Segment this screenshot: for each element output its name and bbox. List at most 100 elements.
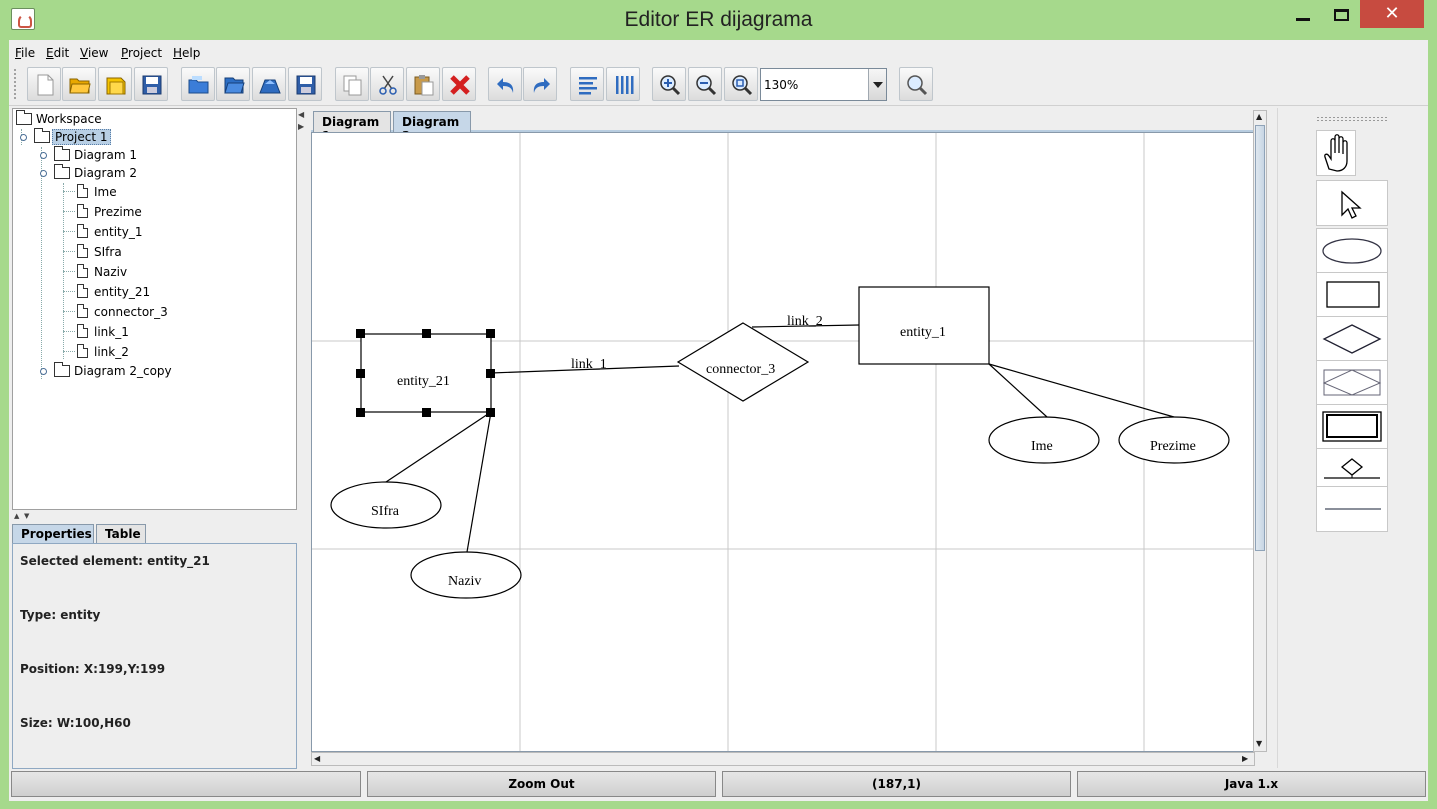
open-project-button[interactable] <box>98 67 132 101</box>
tab-diagram-1[interactable]: Diagram 1 <box>313 111 391 143</box>
undo-button[interactable] <box>488 67 522 101</box>
tab-table[interactable]: Table <box>96 524 146 544</box>
link-tool-button[interactable] <box>1316 486 1388 532</box>
menu-view[interactable]: View <box>80 46 108 60</box>
diagram-canvas[interactable]: link_1 link_2 entity_21 connector_3 enti… <box>311 132 1255 752</box>
entity-tool-button[interactable] <box>1316 272 1388 318</box>
arrow-up-icon[interactable]: ▲ <box>14 512 19 520</box>
scroll-up-icon[interactable]: ▲ <box>1256 112 1262 121</box>
vertical-scroll-thumb[interactable] <box>1255 125 1265 551</box>
tree-item-workspace[interactable]: Workspace <box>16 110 136 128</box>
type-label: Type: entity <box>20 608 101 622</box>
redo-button[interactable] <box>523 67 557 101</box>
entity-1[interactable]: entity_1 <box>858 286 990 365</box>
horizontal-scrollbar[interactable]: ◀ ▶ <box>311 752 1255 766</box>
new-file-icon <box>37 74 54 96</box>
expand-icon[interactable] <box>40 368 47 375</box>
align-left-icon <box>579 77 597 95</box>
tree-item-prezime[interactable]: Prezime <box>74 203 194 221</box>
link-1-label: link_1 <box>571 357 607 372</box>
weak-relationship-tool-button[interactable] <box>1316 360 1388 406</box>
menu-project[interactable]: Project <box>121 46 162 60</box>
file-icon <box>77 304 88 318</box>
save-button[interactable] <box>134 67 168 101</box>
zoom-best-fit-button[interactable] <box>724 67 758 101</box>
zoom-out-button[interactable] <box>688 67 722 101</box>
scroll-left-icon[interactable]: ◀ <box>314 754 320 763</box>
align-vertical-icon <box>616 76 634 94</box>
vertical-scrollbar[interactable]: ▲ ▼ <box>1253 110 1267 752</box>
save-icon <box>142 75 162 95</box>
paste-button[interactable] <box>406 67 440 101</box>
new-file-button[interactable] <box>27 67 61 101</box>
line-icon <box>1325 508 1381 510</box>
hand-tool-button[interactable] <box>1316 130 1356 176</box>
attribute-ime[interactable]: Ime <box>988 416 1100 464</box>
toolbar-grip[interactable] <box>13 68 17 100</box>
zoom-value[interactable]: 130% <box>764 78 798 92</box>
expand-icon[interactable] <box>40 152 47 159</box>
open-workspace-button[interactable] <box>216 67 250 101</box>
folder-icon <box>54 146 70 161</box>
status-field-coordinates: (187,1) <box>722 771 1071 797</box>
search-button[interactable] <box>899 67 933 101</box>
cursor-icon <box>1341 190 1362 219</box>
zoom-combo[interactable]: 130% <box>760 68 887 101</box>
arrow-right-icon[interactable]: ▶ <box>298 122 304 131</box>
align-left-button[interactable] <box>570 67 604 101</box>
horizontal-splitter[interactable]: ▲ ▼ <box>12 511 297 520</box>
import-button[interactable] <box>252 67 286 101</box>
tree-item-sifra[interactable]: SIfra <box>74 243 194 261</box>
attribute-prezime[interactable]: Prezime <box>1118 416 1230 464</box>
tree-item-naziv[interactable]: Naziv <box>74 263 194 281</box>
zoom-in-button[interactable] <box>652 67 686 101</box>
delete-button[interactable] <box>442 67 476 101</box>
vertical-splitter[interactable]: ◀ ▶ <box>297 108 306 768</box>
chevron-down-icon[interactable] <box>868 69 886 100</box>
menu-edit[interactable]: Edit <box>46 46 69 60</box>
cut-button[interactable] <box>370 67 404 101</box>
tree-item-entity-1[interactable]: entity_1 <box>74 223 194 241</box>
scroll-right-icon[interactable]: ▶ <box>1242 754 1248 763</box>
menu-help[interactable]: Help <box>173 46 200 60</box>
open-folder-button[interactable] <box>62 67 96 101</box>
expand-icon[interactable] <box>20 134 27 141</box>
relationship-tool-button[interactable] <box>1316 316 1388 362</box>
tab-diagram-2[interactable]: Diagram 2 <box>393 111 471 143</box>
tree-item-entity-21[interactable]: entity_21 <box>74 283 194 301</box>
entity-21[interactable]: entity_21 <box>356 329 495 417</box>
connector-3[interactable]: connector_3 <box>676 322 810 402</box>
copy-button[interactable] <box>335 67 369 101</box>
align-vertical-button[interactable] <box>606 67 640 101</box>
tree-item-diagram-1[interactable]: Diagram 1 <box>40 146 174 164</box>
close-button[interactable]: ✕ <box>1360 0 1424 28</box>
arrow-left-icon[interactable]: ◀ <box>298 110 304 119</box>
tab-properties[interactable]: Properties <box>12 524 94 544</box>
expand-icon[interactable] <box>40 170 47 177</box>
select-tool-button[interactable] <box>1316 180 1388 226</box>
maximize-button[interactable] <box>1318 0 1364 28</box>
open-folder-icon <box>69 78 91 94</box>
paste-icon <box>414 75 434 96</box>
tree-item-connector-3[interactable]: connector_3 <box>74 303 194 321</box>
save-all-button[interactable] <box>288 67 322 101</box>
tool-palette <box>1277 108 1428 768</box>
new-workspace-button[interactable] <box>181 67 215 101</box>
menu-file[interactable]: File <box>15 46 35 60</box>
scroll-down-icon[interactable]: ▼ <box>1256 739 1262 748</box>
weak-entity-tool-button[interactable] <box>1316 404 1388 450</box>
attr-line-sifra <box>385 411 492 483</box>
tree-item-diagram-2[interactable]: Diagram 2 <box>40 164 174 182</box>
file-icon <box>77 204 88 218</box>
arrow-down-icon[interactable]: ▼ <box>24 512 29 520</box>
tree-item-link-1[interactable]: link_1 <box>74 323 194 341</box>
delete-icon <box>450 75 470 95</box>
tree-item-diagram-2-copy[interactable]: Diagram 2_copy <box>40 362 194 380</box>
tree-item-project[interactable]: Project 1 <box>20 128 154 146</box>
attribute-sifra[interactable]: SIfra <box>330 481 442 529</box>
tree-item-link-2[interactable]: link_2 <box>74 343 194 361</box>
tree-item-ime[interactable]: Ime <box>74 183 194 201</box>
attribute-tool-button[interactable] <box>1316 228 1388 274</box>
attribute-naziv[interactable]: Naziv <box>410 551 522 599</box>
palette-grip[interactable] <box>1316 116 1388 122</box>
